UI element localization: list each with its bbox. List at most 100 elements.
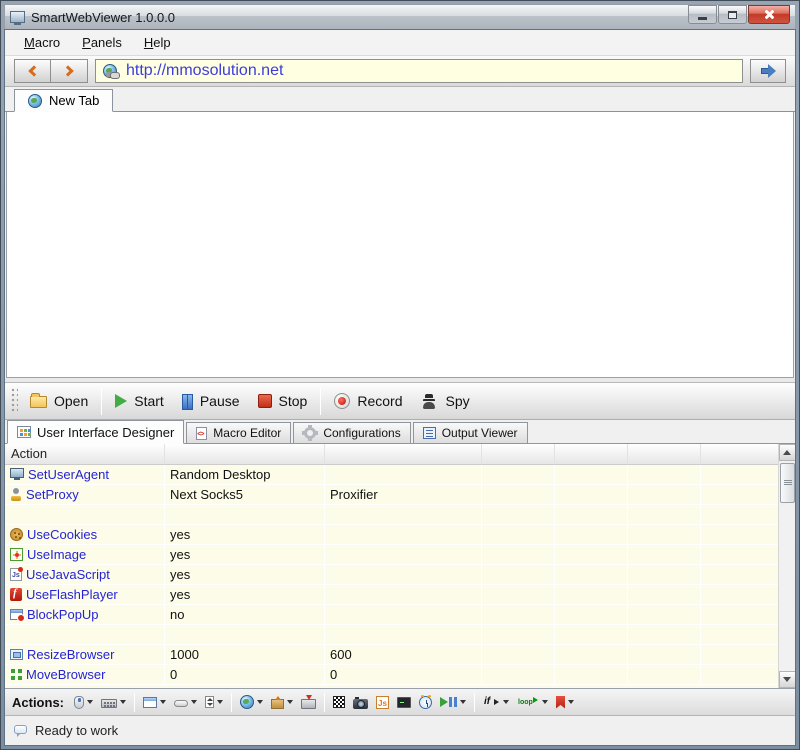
back-button[interactable] <box>14 59 51 83</box>
scroll-up-button[interactable] <box>779 444 796 461</box>
scroll-thumb[interactable] <box>780 463 795 503</box>
javascript-action-button[interactable] <box>373 694 392 711</box>
action-name[interactable]: SetProxy <box>26 487 79 502</box>
toolbar-separator <box>320 388 321 415</box>
window-actions-button[interactable] <box>140 695 169 710</box>
if-condition-button[interactable] <box>480 694 512 711</box>
camera-icon <box>353 699 368 709</box>
row-empty[interactable] <box>5 505 778 525</box>
param-cell[interactable]: Random Desktop <box>165 465 325 484</box>
open-button[interactable]: Open <box>21 388 97 414</box>
row-useflashplayer[interactable]: UseFlashPlayer yes <box>5 585 778 605</box>
param-cell[interactable] <box>325 525 482 544</box>
row-empty[interactable] <box>5 625 778 645</box>
action-name[interactable]: BlockPopUp <box>27 607 99 622</box>
spinner-actions-button[interactable] <box>202 694 226 710</box>
dropdown-arrow-icon <box>460 700 466 704</box>
param-cell[interactable]: Proxifier <box>325 485 482 504</box>
console-button[interactable] <box>394 695 414 710</box>
qrcode-button[interactable] <box>330 694 348 710</box>
row-usejavascript[interactable]: UseJavaScript yes <box>5 565 778 585</box>
row-setuseragent[interactable]: SetUserAgent Random Desktop <box>5 465 778 485</box>
screenshot-button[interactable] <box>350 694 371 711</box>
param-cell[interactable]: 1000 <box>165 645 325 664</box>
action-name[interactable]: ResizeBrowser <box>27 647 114 662</box>
param-cell[interactable]: no <box>165 605 325 624</box>
action-name[interactable]: UseJavaScript <box>26 567 110 582</box>
row-blockpopup[interactable]: BlockPopUp no <box>5 605 778 625</box>
forward-button[interactable] <box>51 59 88 83</box>
param-cell[interactable]: yes <box>165 585 325 604</box>
header-action[interactable]: Action <box>5 444 165 464</box>
keyboard-actions-button[interactable] <box>98 695 129 710</box>
spy-button[interactable]: Spy <box>411 388 478 414</box>
row-setproxy[interactable]: SetProxy Next Socks5 Proxifier <box>5 485 778 505</box>
timer-button[interactable] <box>416 694 435 711</box>
tab-output-viewer[interactable]: Output Viewer <box>413 422 528 443</box>
go-arrow-icon <box>761 68 768 74</box>
loop-button[interactable] <box>514 694 551 711</box>
loop-icon <box>517 696 539 709</box>
menu-help[interactable]: Help <box>133 31 182 54</box>
button-actions-button[interactable] <box>171 695 200 709</box>
close-button[interactable] <box>748 5 790 24</box>
param-cell[interactable] <box>325 605 482 624</box>
action-name[interactable]: UseImage <box>27 547 86 562</box>
stop-button[interactable]: Stop <box>249 388 317 414</box>
start-button[interactable]: Start <box>106 388 173 414</box>
mouse-actions-button[interactable] <box>71 694 96 711</box>
bookmark-button[interactable] <box>553 694 577 711</box>
action-name[interactable]: UseCookies <box>27 527 97 542</box>
param-cell[interactable] <box>325 465 482 484</box>
tab-macro-editor[interactable]: Macro Editor <box>186 422 291 443</box>
menu-panels[interactable]: Panels <box>71 31 133 54</box>
param-cell[interactable]: 600 <box>325 645 482 664</box>
titlebar[interactable]: SmartWebViewer 1.0.0.0 <box>4 4 796 29</box>
param-cell[interactable] <box>325 565 482 584</box>
scroll-down-button[interactable] <box>779 671 796 688</box>
menu-macro[interactable]: Macro <box>13 31 71 54</box>
tab-configurations[interactable]: Configurations <box>293 422 410 443</box>
row-resizebrowser[interactable]: ResizeBrowser 1000 600 <box>5 645 778 665</box>
maximize-button[interactable] <box>718 5 747 24</box>
minimize-button[interactable] <box>688 5 717 24</box>
web-actions-button[interactable] <box>237 693 266 711</box>
play-pause-actions-button[interactable] <box>437 694 469 710</box>
param-cell[interactable]: yes <box>165 525 325 544</box>
url-field[interactable]: http://mmosolution.net <box>95 59 743 83</box>
record-button[interactable]: Record <box>325 388 411 414</box>
action-name[interactable]: MoveBrowser <box>26 667 105 682</box>
package-actions-button[interactable] <box>268 694 296 711</box>
param-cell[interactable] <box>325 545 482 564</box>
param-cell[interactable]: yes <box>165 565 325 584</box>
param-cell[interactable]: 0 <box>325 665 482 684</box>
action-name[interactable]: UseFlashPlayer <box>26 587 118 602</box>
param-cell[interactable]: yes <box>165 545 325 564</box>
row-usecookies[interactable]: UseCookies yes <box>5 525 778 545</box>
scroll-track[interactable] <box>779 461 796 671</box>
tab-user-interface-designer[interactable]: User Interface Designer <box>7 420 184 444</box>
param-cell[interactable]: 0 <box>165 665 325 684</box>
play-icon <box>115 394 127 408</box>
vertical-scrollbar[interactable] <box>778 444 795 688</box>
button-icon <box>174 700 188 707</box>
pause-button[interactable]: Pause <box>173 388 249 414</box>
browser-content[interactable] <box>6 112 794 378</box>
toolbar-grip[interactable] <box>11 388 18 414</box>
action-name[interactable]: SetUserAgent <box>28 467 109 482</box>
tab-new-tab[interactable]: New Tab <box>14 89 113 112</box>
minimize-icon <box>698 17 707 20</box>
table-header[interactable]: Action <box>5 444 778 465</box>
image-icon <box>10 548 23 561</box>
row-useimage[interactable]: UseImage yes <box>5 545 778 565</box>
go-button[interactable] <box>750 59 786 83</box>
url-text[interactable]: http://mmosolution.net <box>126 62 283 80</box>
open-folder-icon <box>30 396 47 408</box>
tab-label: User Interface Designer <box>37 425 174 440</box>
param-cell[interactable]: Next Socks5 <box>165 485 325 504</box>
param-cell[interactable] <box>325 585 482 604</box>
dropdown-arrow-icon <box>87 700 93 704</box>
import-actions-button[interactable] <box>298 693 319 711</box>
actions-label: Actions: <box>12 695 64 710</box>
row-movebrowser[interactable]: MoveBrowser 0 0 <box>5 665 778 685</box>
